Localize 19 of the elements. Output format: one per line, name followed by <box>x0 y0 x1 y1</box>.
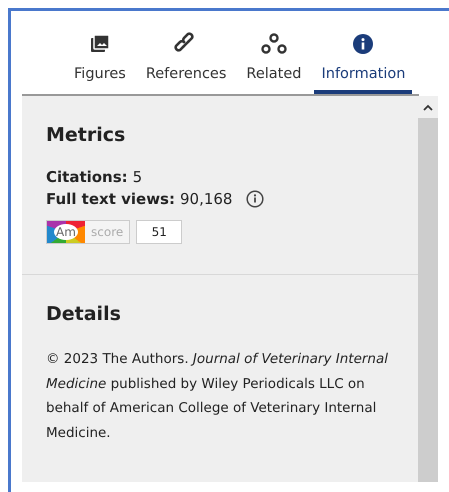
tab[interactable]: References <box>138 31 234 94</box>
score-value: 51 <box>136 220 182 244</box>
tab[interactable]: Related <box>239 31 308 94</box>
altmetric-badge[interactable]: Am score <box>46 220 130 244</box>
altmetric-logo: Am <box>54 224 78 240</box>
section-heading: Metrics <box>46 124 126 146</box>
section-heading: Details <box>46 303 122 325</box>
copyright-text: © 2023 The Authors. Journal of Veterinary Internal Medicine published by Wiley Periodicals LLC on behalf of American College of Veterinary Internal Medicine. <box>46 350 390 442</box>
info-icon[interactable] <box>246 190 264 208</box>
tab[interactable]: Figures <box>67 31 133 94</box>
images-icon <box>90 34 110 54</box>
metric-value: 5 <box>132 168 142 186</box>
connected-circles-icon <box>260 32 288 56</box>
metric-label: Citations: <box>46 168 128 186</box>
scroll-up-icon[interactable] <box>423 104 433 110</box>
metric-label: Full text views: <box>46 190 175 208</box>
score-label: score <box>90 225 124 239</box>
info-icon <box>353 34 374 54</box>
metric-value: 90,168 <box>180 190 232 208</box>
